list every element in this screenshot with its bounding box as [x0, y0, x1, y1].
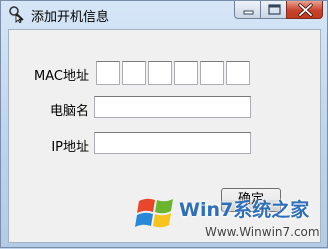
- computer-name-label: 电脑名: [49, 104, 89, 119]
- minimize-icon: [243, 10, 254, 15]
- maximize-icon: [268, 4, 281, 15]
- windows-flag-icon: [135, 191, 179, 239]
- mac-segment-2[interactable]: [122, 61, 146, 85]
- title-bar[interactable]: 添加开机信息: [1, 1, 327, 29]
- ip-address-input[interactable]: [94, 132, 251, 154]
- maximize-button[interactable]: [260, 1, 287, 19]
- mac-segment-1[interactable]: [96, 61, 120, 85]
- mac-segment-3[interactable]: [148, 61, 172, 85]
- watermark-text: Win7系统之家: [179, 199, 310, 221]
- key-cursor-icon: [8, 5, 26, 24]
- ip-address-label: IP地址: [51, 140, 89, 155]
- mac-segment-5[interactable]: [200, 61, 224, 85]
- mac-address-label: MAC地址: [34, 69, 89, 84]
- dialog-window: 添加开机信息 MAC地址 电脑名 IP地址 确定 Win7系统之家 Www.Wi…: [0, 0, 328, 248]
- minimize-button[interactable]: [234, 1, 261, 19]
- computer-name-input[interactable]: [94, 96, 251, 118]
- watermark-url: Www.Winwin7.com: [205, 225, 320, 239]
- mac-segment-4[interactable]: [174, 61, 198, 85]
- window-title: 添加开机信息: [31, 10, 110, 25]
- close-icon: [298, 3, 313, 17]
- watermark: Win7系统之家 Www.Winwin7.com: [131, 189, 328, 249]
- close-button[interactable]: [286, 1, 323, 19]
- mac-segment-6[interactable]: [226, 61, 250, 85]
